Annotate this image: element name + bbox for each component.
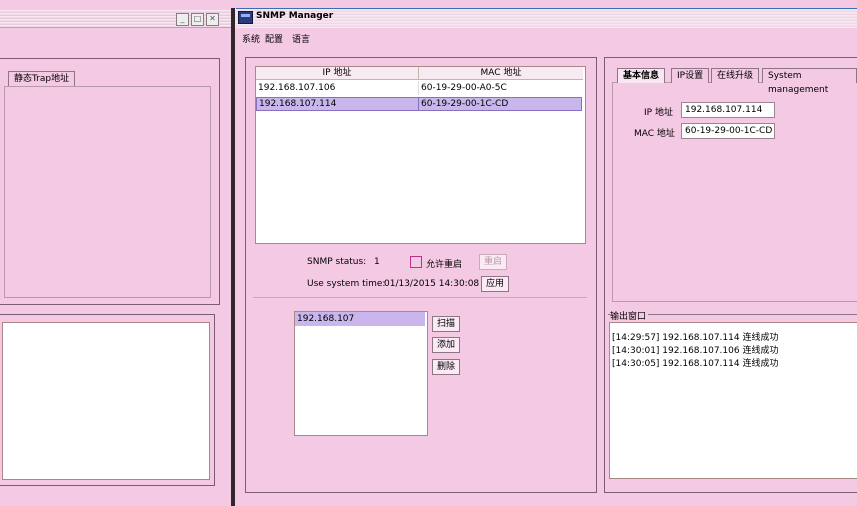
list-item[interactable]: 192.168.107 xyxy=(295,312,425,326)
delete-button[interactable]: 删除 xyxy=(432,359,461,375)
tab-online-upgrade[interactable]: 在线升级 xyxy=(711,68,760,83)
tab-system-management[interactable]: System management xyxy=(762,68,857,95)
titlebar-highlight xyxy=(236,8,857,9)
menu-language[interactable]: 语言 xyxy=(292,32,310,45)
column-header-mac[interactable]: MAC 地址 xyxy=(419,67,583,80)
mac-field[interactable]: 60-19-29-00-1C-CD xyxy=(681,123,775,139)
output-title: 输出窗口 xyxy=(610,309,649,322)
system-time-label: Use system time: xyxy=(307,279,386,289)
left-lower-list xyxy=(2,322,210,480)
tab-basic-info[interactable]: 基本信息 xyxy=(617,68,666,83)
row-ip: 192.168.107.106 xyxy=(256,81,419,95)
row-ip: 192.168.107.114 xyxy=(257,97,419,111)
allow-restart-checkbox[interactable] xyxy=(410,256,422,268)
close-icon[interactable]: ✕ xyxy=(206,13,219,26)
snmp-status-value: 1 xyxy=(374,257,380,267)
log-line: [14:30:05] 192.168.107.114 连线成功 xyxy=(612,359,779,369)
tab-static-trap[interactable]: 静态Trap地址 xyxy=(8,71,76,86)
left-tab-content xyxy=(4,86,211,298)
log-line: [14:29:57] 192.168.107.114 连线成功 xyxy=(612,333,779,343)
separator xyxy=(253,297,587,298)
row-mac: 60-19-29-00-1C-CD xyxy=(421,99,509,109)
system-time-value: 01/13/2015 14:30:08 xyxy=(384,279,480,289)
window-divider xyxy=(231,8,235,506)
snmp-status-label: SNMP status: xyxy=(307,257,367,267)
ip-label: IP 地址 xyxy=(644,108,673,118)
mac-label: MAC 地址 xyxy=(634,129,675,139)
app-icon xyxy=(238,11,253,24)
app-title: SNMP Manager xyxy=(256,11,334,21)
log-line: [14:30:01] 192.168.107.106 连线成功 xyxy=(612,346,779,356)
column-header-ip[interactable]: IP 地址 xyxy=(256,67,419,80)
tab-ip-settings[interactable]: IP设置 xyxy=(671,68,710,83)
ip-field[interactable]: 192.168.107.114 xyxy=(681,102,775,118)
menu-system[interactable]: 系统 xyxy=(242,32,260,45)
restart-button[interactable]: 重启 xyxy=(479,254,508,270)
minimize-icon[interactable]: _ xyxy=(176,13,189,26)
subnet-list[interactable] xyxy=(294,311,428,436)
allow-restart-label: 允许重启 xyxy=(426,260,463,270)
apply-button[interactable]: 应用 xyxy=(481,276,510,292)
maximize-icon[interactable]: □ xyxy=(191,13,204,26)
menu-config[interactable]: 配置 xyxy=(265,32,283,45)
table-row[interactable]: 192.168.107.106 60-19-29-00-A0-5C xyxy=(256,81,583,95)
add-button[interactable]: 添加 xyxy=(432,337,461,353)
row-mac: 60-19-29-00-A0-5C xyxy=(421,83,507,93)
table-row-selected[interactable]: 192.168.107.114 60-19-29-00-1C-CD xyxy=(256,97,582,111)
scan-button[interactable]: 扫描 xyxy=(432,316,461,332)
